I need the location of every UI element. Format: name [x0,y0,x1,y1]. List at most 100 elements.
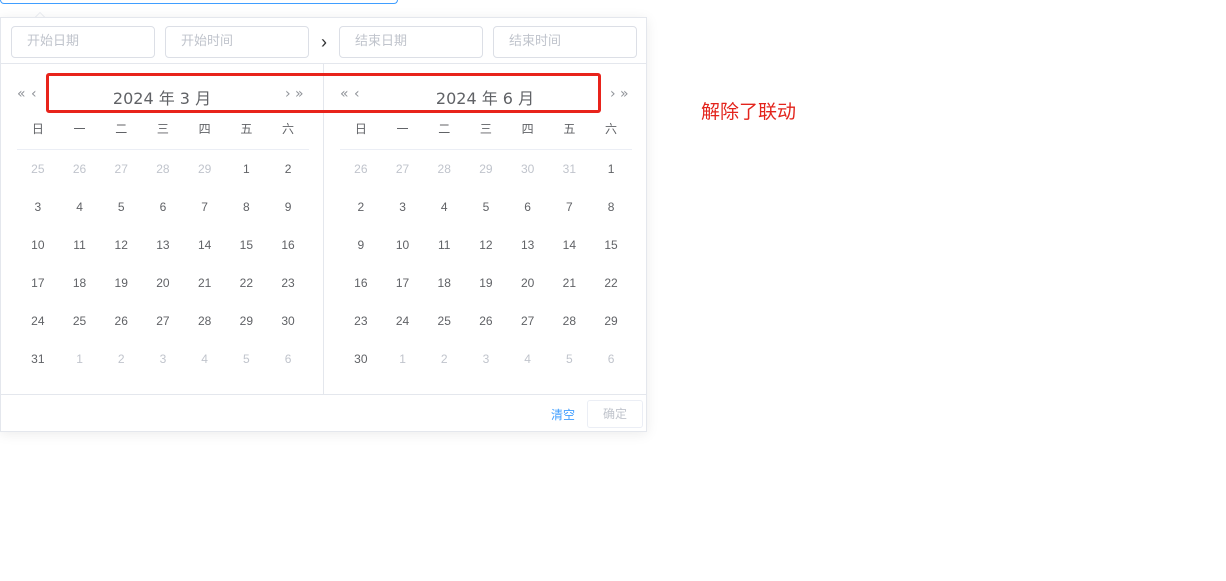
calendar-day[interactable]: 4 [184,349,226,369]
calendar-day[interactable]: 2 [423,349,465,369]
calendar-day[interactable]: 23 [267,273,309,293]
start-time-input[interactable]: 开始时间 [165,26,309,58]
calendar-day[interactable]: 30 [507,159,549,179]
calendar-day[interactable]: 12 [100,235,142,255]
weekday-label: 二 [115,122,128,136]
calendar-day[interactable]: 14 [549,235,591,255]
calendar-day[interactable]: 6 [590,349,632,369]
confirm-button[interactable]: 确定 [587,400,643,428]
start-date-input[interactable]: 开始日期 [11,26,155,58]
calendar-day[interactable]: 27 [142,311,184,331]
calendar-day[interactable]: 9 [340,235,382,255]
calendar-day[interactable]: 26 [465,311,507,331]
calendar-day[interactable]: 17 [17,273,59,293]
calendar-day[interactable]: 16 [267,235,309,255]
calendar-day[interactable]: 28 [549,311,591,331]
calendar-day[interactable]: 5 [226,349,268,369]
calendar-day[interactable]: 30 [340,349,382,369]
calendar-day[interactable]: 1 [382,349,424,369]
picker-time-header: 开始日期 开始时间 › 结束日期 结束时间 [1,18,646,64]
clear-button[interactable]: 清空 [551,406,575,423]
calendar-day[interactable]: 5 [100,197,142,217]
calendar-day[interactable]: 10 [382,235,424,255]
calendar-day[interactable]: 6 [142,197,184,217]
calendar-day[interactable]: 7 [184,197,226,217]
calendar-day[interactable]: 28 [423,159,465,179]
next-month-icon[interactable]: › [610,86,616,102]
calendar-day[interactable]: 25 [423,311,465,331]
calendar-day[interactable]: 11 [59,235,101,255]
calendar-day[interactable]: 4 [507,349,549,369]
calendar-day[interactable]: 29 [226,311,268,331]
calendar-day[interactable]: 13 [507,235,549,255]
calendar-day[interactable]: 4 [423,197,465,217]
calendar-day[interactable]: 3 [382,197,424,217]
calendar-day[interactable]: 1 [590,159,632,179]
calendar-day[interactable]: 12 [465,235,507,255]
prev-year-icon[interactable]: « [17,86,26,102]
calendar-day[interactable]: 27 [100,159,142,179]
calendar-day[interactable]: 20 [507,273,549,293]
calendar-day[interactable]: 23 [340,311,382,331]
calendar-day[interactable]: 28 [142,159,184,179]
chevron-right-icon: › [321,32,327,52]
calendar-day[interactable]: 28 [184,311,226,331]
calendar-day[interactable]: 24 [382,311,424,331]
calendar-day[interactable]: 2 [267,159,309,179]
next-year-icon[interactable]: » [620,86,629,102]
calendar-day[interactable]: 29 [590,311,632,331]
calendar-day[interactable]: 20 [142,273,184,293]
calendar-day[interactable]: 18 [59,273,101,293]
calendar-day[interactable]: 30 [267,311,309,331]
calendar-day[interactable]: 27 [382,159,424,179]
calendar-day[interactable]: 26 [340,159,382,179]
calendar-day[interactable]: 19 [100,273,142,293]
calendar-day[interactable]: 3 [17,197,59,217]
calendar-day[interactable]: 25 [59,311,101,331]
calendar-day[interactable]: 5 [549,349,591,369]
calendar-day[interactable]: 14 [184,235,226,255]
calendar-day[interactable]: 18 [423,273,465,293]
calendar-day[interactable]: 11 [423,235,465,255]
calendar-day[interactable]: 3 [465,349,507,369]
calendar-day[interactable]: 25 [17,159,59,179]
calendar-day[interactable]: 8 [226,197,268,217]
calendar-day[interactable]: 26 [59,159,101,179]
calendar-day[interactable]: 8 [590,197,632,217]
calendar-day[interactable]: 26 [100,311,142,331]
end-time-input[interactable]: 结束时间 [493,26,637,58]
calendar-day[interactable]: 27 [507,311,549,331]
calendar-day[interactable]: 2 [100,349,142,369]
calendar-day[interactable]: 5 [465,197,507,217]
calendar-day[interactable]: 31 [17,349,59,369]
calendar-day[interactable]: 16 [340,273,382,293]
date-range-input[interactable] [0,0,398,4]
calendar-day[interactable]: 10 [17,235,59,255]
calendar-day[interactable]: 21 [184,273,226,293]
calendar-day[interactable]: 17 [382,273,424,293]
calendar-day[interactable]: 22 [226,273,268,293]
calendar-day[interactable]: 15 [590,235,632,255]
calendar-day[interactable]: 31 [549,159,591,179]
calendar-day[interactable]: 4 [59,197,101,217]
calendar-day[interactable]: 29 [465,159,507,179]
calendar-day[interactable]: 3 [142,349,184,369]
calendar-day[interactable]: 1 [226,159,268,179]
weekday-header: 日一二三四五六 [17,120,309,150]
calendar-day[interactable]: 1 [59,349,101,369]
calendar-day[interactable]: 6 [267,349,309,369]
calendar-day[interactable]: 22 [590,273,632,293]
end-date-input[interactable]: 结束日期 [339,26,483,58]
calendar-day[interactable]: 9 [267,197,309,217]
calendar-day[interactable]: 15 [226,235,268,255]
calendar-day[interactable]: 2 [340,197,382,217]
weekday-label: 五 [240,122,253,136]
calendar-day[interactable]: 6 [507,197,549,217]
calendar-day[interactable]: 29 [184,159,226,179]
calendar-day[interactable]: 13 [142,235,184,255]
calendar-day[interactable]: 19 [465,273,507,293]
calendar-day[interactable]: 7 [549,197,591,217]
prev-month-icon[interactable]: ‹ [31,86,37,102]
calendar-day[interactable]: 24 [17,311,59,331]
calendar-day[interactable]: 21 [549,273,591,293]
